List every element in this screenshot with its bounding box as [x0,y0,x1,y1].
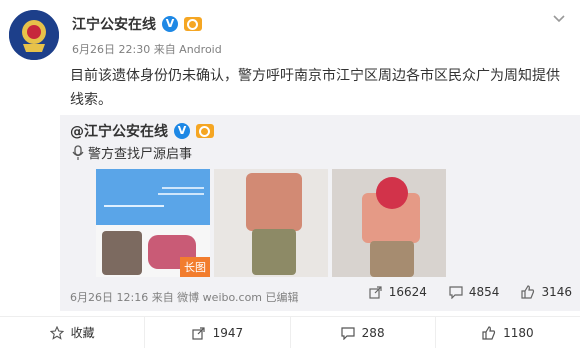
repost-text: 警方查找尸源启事 [72,143,192,162]
repost-comment-count: 4854 [468,285,500,299]
vip-icon [196,124,214,138]
comment-button[interactable]: 288 [291,317,436,348]
repost-comment[interactable]: 4854 [449,285,500,299]
chevron-down-icon[interactable] [552,14,566,24]
repost-author-label[interactable]: @江宁公安在线 [70,121,168,141]
repost-card: @江宁公安在线 V 警方查找尸源启事 长图 6月26日 12:16 来自 微博 … [60,115,580,311]
repost-actions: 16624 4854 3146 [369,285,572,299]
share-button[interactable]: 1947 [145,317,291,348]
like-icon [521,285,535,299]
favorite-button[interactable]: 收藏 [0,317,146,348]
author-name[interactable]: 江宁公安在线 V [72,14,202,34]
repost-meta: 6月26日 12:16 来自 微博 weibo.com 已编辑 [70,291,299,304]
like-icon [482,325,496,340]
repost-image-2[interactable] [214,169,328,277]
share-count: 1947 [212,325,244,340]
repost-image-1[interactable]: 长图 [96,169,210,277]
repost-image-3[interactable] [332,169,446,277]
post-meta: 6月26日 22:30 来自 Android [72,43,222,56]
like-count: 1180 [503,325,534,340]
microphone-icon [72,144,84,160]
favorite-label: 收藏 [70,326,95,340]
avatar[interactable] [9,10,59,60]
share-icon [191,326,205,340]
comment-icon [449,286,463,299]
repost-share-count: 16624 [388,285,427,299]
verified-icon: V [174,123,190,139]
long-image-tag: 长图 [180,257,210,277]
repost-images: 长图 [96,169,446,277]
like-button[interactable]: 1180 [436,317,580,348]
repost-like[interactable]: 3146 [521,285,572,299]
post-footer: 收藏 1947 288 1180 [0,316,580,348]
post-text: 目前该遗体身份仍未确认，警方呼吁南京市江宁区周边各市区民众广为周知提供线索。 [70,68,560,108]
repost-text-label: 警方查找尸源启事 [88,147,193,162]
repost-like-count: 3146 [541,285,572,299]
repost-author[interactable]: @江宁公安在线 V [70,121,214,141]
verified-icon: V [162,16,178,32]
vip-icon [184,17,202,31]
share-icon [369,286,382,299]
comment-icon [341,326,355,340]
comment-count: 288 [361,325,385,340]
author-name-label[interactable]: 江宁公安在线 [72,14,156,34]
star-icon [49,325,64,340]
repost-share[interactable]: 16624 [369,285,427,299]
